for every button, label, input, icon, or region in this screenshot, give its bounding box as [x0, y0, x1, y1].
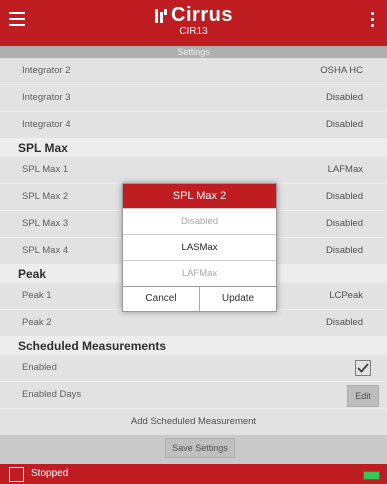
dialog-actions: Cancel Update [123, 286, 276, 311]
option-lafmax[interactable]: LAFMax [123, 260, 276, 286]
option-disabled[interactable]: Disabled [123, 208, 276, 234]
stop-icon[interactable] [9, 467, 24, 482]
app-header: Cirrus CIR13 [0, 0, 387, 46]
spl-max-2-dialog: SPL Max 2 Disabled LASMax LAFMax Cancel … [122, 183, 277, 312]
cirrus-logo-icon [155, 8, 168, 23]
dialog-title: SPL Max 2 [123, 184, 276, 208]
brand-name: Cirrus [171, 4, 233, 26]
status-bar: Stopped [0, 464, 387, 484]
battery-icon [363, 471, 380, 480]
cancel-button[interactable]: Cancel [123, 287, 199, 311]
brand-logo: Cirrus [0, 4, 387, 27]
update-button[interactable]: Update [199, 287, 276, 311]
status-text: Stopped [31, 468, 69, 479]
device-id: CIR13 [179, 26, 208, 37]
overflow-menu-icon[interactable] [371, 12, 375, 30]
option-lasmax[interactable]: LASMax [123, 234, 276, 260]
